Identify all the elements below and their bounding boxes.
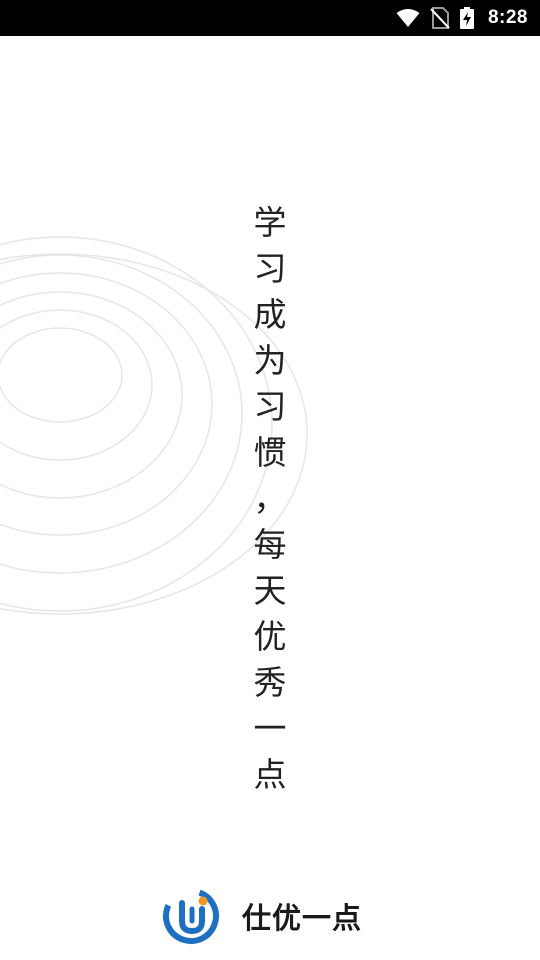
slogan-char: 秀 [253, 663, 287, 702]
ring-5 [0, 254, 243, 574]
status-time: 8:28 [487, 7, 528, 28]
status-icons: 8:28 [396, 0, 528, 36]
brand: 仕优一点 [162, 886, 362, 946]
slogan-char: 为 [253, 341, 287, 380]
brand-name: 仕优一点 [242, 901, 363, 935]
battery-charging-icon [459, 7, 474, 29]
slogan-char: 优 [253, 617, 287, 656]
slogan-char: 每 [253, 525, 287, 564]
wifi-icon [396, 9, 420, 27]
slogan-char: 成 [253, 295, 287, 334]
ring-3 [0, 291, 183, 499]
slogan-char: 天 [253, 571, 287, 610]
slogan-char: 习 [253, 249, 287, 288]
slogan-char: 惯 [253, 433, 287, 472]
no-sim-icon [430, 7, 450, 29]
slogan-char: 习 [253, 387, 287, 426]
brand-logo-icon [163, 888, 219, 944]
slogan-char: 点 [253, 755, 287, 794]
ring-1 [0, 327, 123, 423]
slogan-char: 学 [253, 203, 287, 242]
status-bar: 8:28 [0, 0, 540, 36]
ring-2 [0, 309, 153, 461]
slogan: 学 习 成 为 习 惯 ， 每 天 优 秀 一 点 [245, 200, 295, 798]
slogan-char: 一 [253, 709, 287, 748]
slogan-char: ， [253, 479, 287, 518]
